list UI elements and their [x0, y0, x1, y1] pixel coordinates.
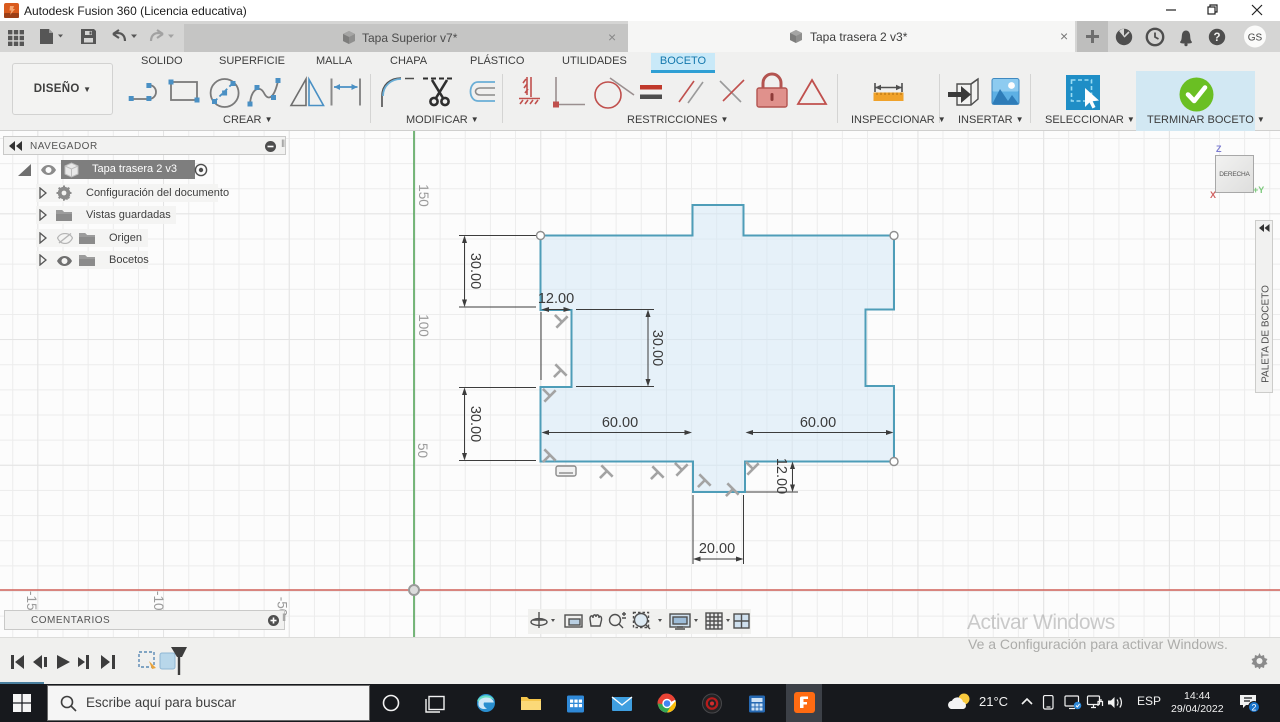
- svg-text:12.00: 12.00: [773, 458, 789, 494]
- svg-text:20.00: 20.00: [699, 541, 735, 557]
- svg-text:GS: GS: [1248, 32, 1263, 43]
- svg-text:30.00: 30.00: [467, 253, 483, 289]
- svg-text:2: 2: [1251, 703, 1256, 713]
- svg-text:60.00: 60.00: [602, 415, 638, 431]
- svg-text:30.00: 30.00: [649, 330, 665, 366]
- svg-text:12.00: 12.00: [538, 291, 574, 307]
- svg-text:?: ?: [1213, 32, 1220, 44]
- svg-text:30.00: 30.00: [467, 406, 483, 442]
- svg-text:60.00: 60.00: [800, 415, 836, 431]
